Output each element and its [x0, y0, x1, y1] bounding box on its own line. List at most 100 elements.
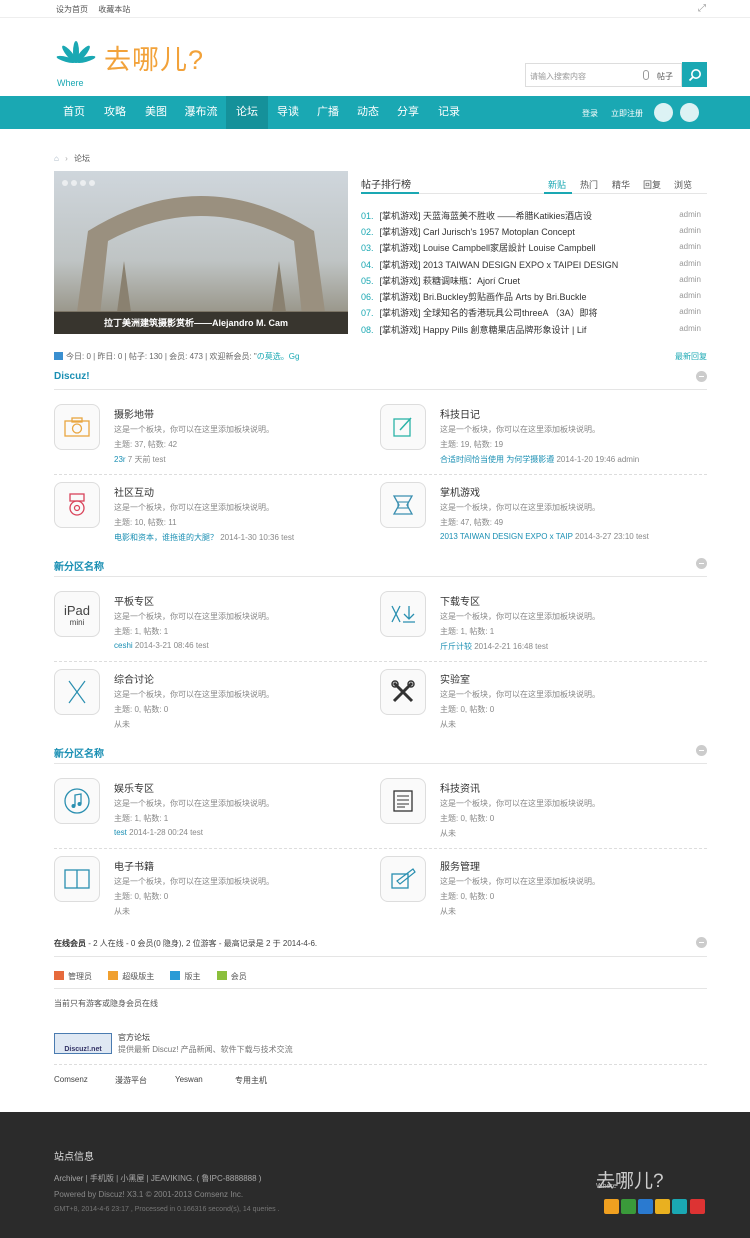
camera-icon[interactable] [54, 404, 100, 450]
ranking-row[interactable]: 07. [掌机游戏] 全球知名的香港玩具公司threeA （3A）即将 admin [361, 306, 707, 322]
forum-item[interactable]: 科技资讯 这是一个板块，你可以在这里添加板块说明。 主题: 0, 帖数: 0 从… [380, 778, 700, 848]
nav-item-guide[interactable]: 攻略 [95, 96, 135, 129]
section-title[interactable]: 新分区名称 [54, 558, 104, 573]
forum-name[interactable]: 电子书籍 [114, 858, 154, 873]
x-icon[interactable] [54, 669, 100, 715]
forum-item[interactable]: 科技日记 这是一个板块，你可以在这里添加板块说明。 主题: 19, 帖数: 19… [380, 404, 700, 474]
nav-item-forum[interactable]: 论坛 [226, 96, 268, 129]
search-button[interactable] [682, 62, 707, 87]
medal-icon[interactable] [54, 482, 100, 528]
nav-item-digest[interactable]: 导读 [268, 96, 308, 129]
friend-link[interactable]: Yeswan [175, 1075, 203, 1084]
slide-dots[interactable] [62, 178, 98, 188]
forum-item[interactable]: 娱乐专区 这是一个板块，你可以在这里添加板块说明。 主题: 1, 帖数: 1 t… [54, 778, 374, 848]
footer-links[interactable]: Archiver | 手机版 | 小黑屋 | JEAVIKING. ( 鲁IPC… [54, 1173, 261, 1184]
tools-icon[interactable] [380, 669, 426, 715]
pen-icon[interactable] [380, 404, 426, 450]
forum-name[interactable]: 娱乐专区 [114, 780, 154, 795]
collapse-icon[interactable] [696, 371, 707, 382]
ranking-row[interactable]: 01. [掌机游戏] 天蓝海蓝美不胜收 ——希腊Katikies酒店设 admin [361, 209, 707, 225]
forum-item[interactable]: iPad mini 平板专区 这是一个板块，你可以在这里添加板块说明。 主题: 1… [54, 591, 374, 661]
rss-icon[interactable] [604, 1199, 619, 1214]
discuz-logo[interactable]: Discuz!.net [54, 1033, 112, 1054]
search-input[interactable]: 请输入搜索内容 [530, 71, 586, 82]
forum-item[interactable]: 掌机游戏 这是一个板块，你可以在这里添加板块说明。 主题: 47, 帖数: 49… [380, 482, 700, 552]
forum-desc: 这是一个板块，你可以在这里添加板块说明。 [440, 612, 600, 621]
forum-name[interactable]: 下载专区 [440, 593, 480, 608]
kaixin-icon[interactable] [655, 1199, 670, 1214]
collapse-icon[interactable] [696, 745, 707, 756]
weibo-login-icon[interactable] [680, 103, 699, 122]
ranking-row[interactable]: 06. [掌机游戏] Bri.Buckley剪贴画作品 Arts by Bri.B… [361, 290, 707, 306]
forum-name[interactable]: 综合讨论 [114, 671, 154, 686]
douban-icon[interactable] [621, 1199, 636, 1214]
forum-item[interactable]: 电子书籍 这是一个板块，你可以在这里添加板块说明。 主题: 0, 帖数: 0 从… [54, 856, 374, 926]
nav-item-waterfall[interactable]: 瀑布流 [177, 96, 225, 129]
nav-item-home[interactable]: 首页 [54, 96, 94, 129]
qzone-icon[interactable] [672, 1199, 687, 1214]
forum-item[interactable]: 社区互动 这是一个板块，你可以在这里添加板块说明。 主题: 10, 帖数: 11… [54, 482, 374, 552]
friend-link[interactable]: 专用主机 [235, 1075, 267, 1086]
ranking-row[interactable]: 04. [掌机游戏] 2013 TAIWAN DESIGN EXPO x TAIP… [361, 258, 707, 274]
ranking-row[interactable]: 03. [掌机游戏] Louise Campbell家居設計 Louise Cam… [361, 241, 707, 257]
site-logo[interactable]: 去哪儿? [104, 38, 204, 77]
forum-item[interactable]: 综合讨论 这是一个板块，你可以在这里添加板块说明。 主题: 0, 帖数: 0 从… [54, 669, 374, 739]
forum-name[interactable]: 科技日记 [440, 406, 480, 421]
qq-login-icon[interactable] [654, 103, 673, 122]
tab-new[interactable]: 新贴 [548, 178, 566, 191]
forum-name[interactable]: 摄影地带 [114, 406, 154, 421]
friend-link[interactable]: 漫游平台 [115, 1075, 147, 1086]
friend-link[interactable]: Comsenz [54, 1075, 88, 1084]
collapse-icon[interactable] [696, 937, 707, 948]
ranking-row[interactable]: 05. [掌机游戏] 萩糖调味瓶：Ajorí Cruet admin [361, 274, 707, 290]
tab-reply[interactable]: 回复 [643, 178, 661, 191]
search-scope-select[interactable]: 帖子 [657, 71, 673, 82]
nav-item-feed[interactable]: 动态 [348, 96, 388, 129]
fullscreen-icon[interactable]: ⤢ [698, 3, 706, 14]
collapse-icon[interactable] [696, 558, 707, 569]
home-icon[interactable]: ⌂ [54, 154, 59, 163]
ranking-row[interactable]: 08. [掌机游戏] Happy Pills 創意糖果店品牌形象设计 | Lif a… [361, 323, 707, 339]
nav-item-broadcast[interactable]: 广播 [308, 96, 348, 129]
forum-item[interactable]: 下载专区 这是一个板块，你可以在这里添加板块说明。 主题: 1, 帖数: 1 斤… [380, 591, 700, 661]
set-home-link[interactable]: 设为首页 [56, 5, 88, 14]
section-title[interactable]: 新分区名称 [54, 745, 104, 760]
tab-hot[interactable]: 热门 [580, 178, 598, 191]
mic-icon[interactable] [643, 70, 649, 80]
ipad-icon[interactable]: iPad mini [54, 591, 100, 637]
section-title[interactable]: Discuz! [54, 371, 90, 382]
forum-item[interactable]: 服务管理 这是一个板块，你可以在这里添加板块说明。 主题: 0, 帖数: 0 从… [380, 856, 700, 926]
nav-item-record[interactable]: 记录 [428, 96, 470, 129]
bookmark-link[interactable]: 收藏本站 [98, 5, 130, 14]
nav-item-share[interactable]: 分享 [388, 96, 428, 129]
forum-item[interactable]: 摄影地带 这是一个板块，你可以在这里添加板块说明。 主题: 37, 帖数: 42… [54, 404, 374, 474]
forum-name[interactable]: 服务管理 [440, 858, 480, 873]
latest-reply-link[interactable]: 最新回复 [675, 351, 707, 362]
news-icon[interactable] [380, 778, 426, 824]
book-icon[interactable] [54, 856, 100, 902]
music-icon[interactable] [54, 778, 100, 824]
weibo-icon[interactable] [690, 1199, 705, 1214]
forum-name[interactable]: 平板专区 [114, 593, 154, 608]
official-forum-title[interactable]: 官方论坛 [118, 1032, 150, 1043]
featured-slide[interactable]: 拉丁美洲建筑摄影赏析——Alejandro M. Cam [54, 171, 348, 334]
search-box[interactable]: 请输入搜索内容 帖子 [525, 63, 682, 87]
login-link[interactable]: 登录 [582, 108, 598, 119]
tab-views[interactable]: 浏览 [674, 178, 692, 191]
newest-member-link[interactable]: の莫选。Gg [257, 352, 300, 361]
tab-digest[interactable]: 精华 [612, 178, 630, 191]
ranking-row[interactable]: 02. [掌机游戏] Carl Jurisch's 1957 Motoplan C… [361, 225, 707, 241]
forum-item[interactable]: 实验室 这是一个板块，你可以在这里添加板块说明。 主题: 0, 帖数: 0 从未 [380, 669, 700, 739]
slide-caption[interactable]: 拉丁美洲建筑摄影赏析——Alejandro M. Cam [54, 312, 348, 334]
forum-name[interactable]: 掌机游戏 [440, 484, 480, 499]
renren-icon[interactable] [638, 1199, 653, 1214]
forum-name[interactable]: 实验室 [440, 671, 470, 686]
download-icon[interactable] [380, 591, 426, 637]
forum-name[interactable]: 科技资讯 [440, 780, 480, 795]
forum-name[interactable]: 社区互动 [114, 484, 154, 499]
gamepad-icon[interactable] [380, 482, 426, 528]
breadcrumb-current[interactable]: 论坛 [74, 154, 90, 163]
register-link[interactable]: 立即注册 [611, 108, 643, 119]
service-icon[interactable] [380, 856, 426, 902]
nav-item-photos[interactable]: 美图 [136, 96, 176, 129]
